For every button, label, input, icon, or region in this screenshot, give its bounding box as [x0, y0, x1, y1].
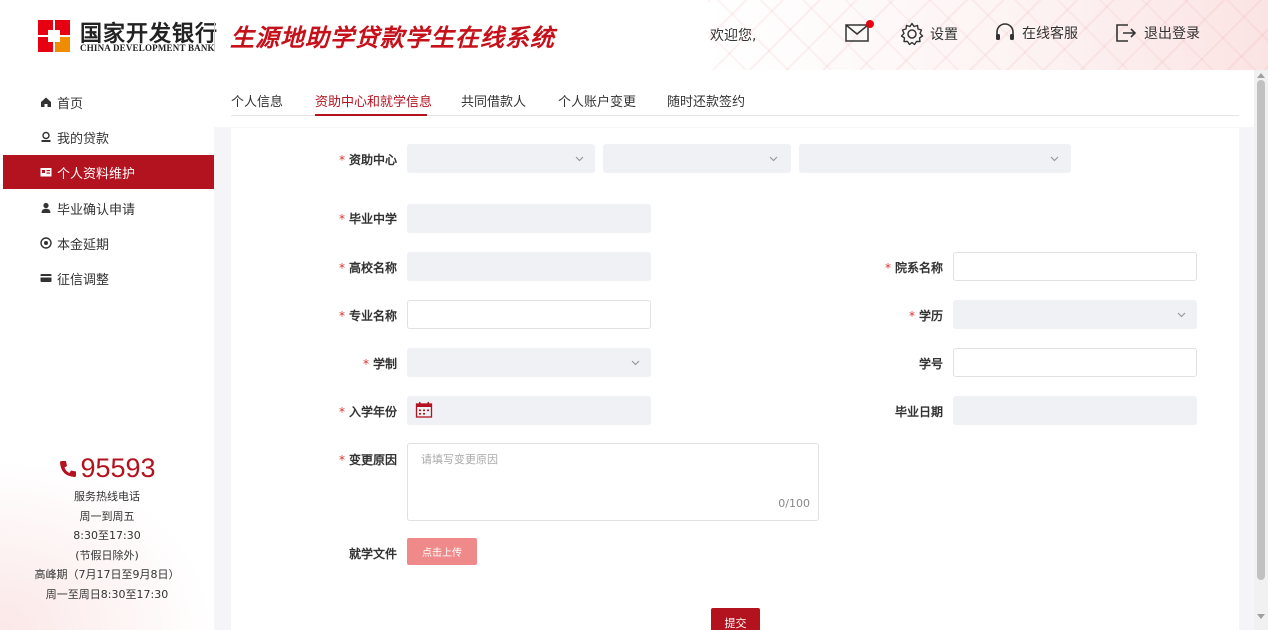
headset-icon	[996, 23, 1014, 40]
profile-card-icon	[40, 168, 52, 177]
major-name-label: * 专业名称	[338, 309, 397, 323]
loan-icon	[41, 131, 51, 142]
hotline-number: 95593	[0, 453, 214, 484]
sidebar-item-profile-maintenance[interactable]: 个人资料维护	[3, 155, 214, 189]
sidebar-item-label: 首页	[57, 96, 84, 112]
scroll-up-arrow-icon[interactable]	[1257, 73, 1265, 78]
logout-button[interactable]: 退出登录	[1114, 22, 1200, 44]
sidebar-item-label: 征信调整	[57, 272, 110, 288]
funding-center-county-select[interactable]	[799, 144, 1071, 173]
program-length-label: * 学制	[362, 357, 397, 371]
tab-repayment-signing[interactable]: 随时还款签约	[667, 91, 745, 110]
high-school-label: * 毕业中学	[338, 212, 397, 226]
user-icon	[41, 202, 51, 213]
department-name-input[interactable]	[953, 252, 1197, 281]
hotline-holiday-note: (节假日除外)	[75, 548, 139, 562]
enrollment-year-label: * 入学年份	[338, 405, 397, 419]
bank-name-en: CHINA DEVELOPMENT BANK	[80, 43, 215, 53]
logout-icon	[1116, 24, 1137, 42]
study-document-label: 就学文件	[348, 547, 397, 561]
sidebar-item-my-loans[interactable]: 我的贷款	[3, 120, 214, 154]
hotline-hours-weekday: 周一到周五	[79, 509, 135, 523]
calendar-icon	[415, 402, 433, 418]
chevron-down-icon	[631, 360, 640, 366]
student-id-label: 学号	[918, 357, 943, 371]
scroll-down-arrow-icon[interactable]	[1257, 614, 1265, 619]
program-length-select[interactable]	[407, 348, 651, 377]
funding-center-province-select[interactable]	[407, 144, 595, 173]
hotline-peak-period: 高峰期（7月17日至9月8日）	[34, 568, 180, 581]
upload-button[interactable]: 点击上传	[407, 538, 477, 565]
funding-center-label: * 资助中心	[338, 153, 397, 167]
hotline-peak-hours: 周一至周日8:30至17:30	[45, 587, 169, 601]
header: 国家开发银行 CHINA DEVELOPMENT BANK 生源地助学贷款学生在…	[0, 0, 1268, 70]
header-divider	[214, 22, 215, 52]
settings-label: 设置	[930, 27, 958, 43]
chevron-down-icon	[1177, 312, 1186, 318]
enrollment-year-picker[interactable]	[407, 396, 651, 425]
tab-bar: 个人信息 资助中心和就学信息 共同借款人 个人账户变更 随时还款签约	[231, 70, 1239, 116]
graduation-date-label: 毕业日期	[894, 405, 943, 419]
department-name-label: * 院系名称	[884, 261, 943, 275]
sidebar-item-graduation-confirm[interactable]: 毕业确认申请	[3, 191, 214, 225]
online-service-button[interactable]: 在线客服	[994, 22, 1078, 44]
logout-label: 退出登录	[1144, 26, 1200, 42]
hotline-block: 95593 服务热线电话 周一到周五 8:30至17:30 (节假日除外) 高峰…	[0, 453, 214, 604]
major-name-input[interactable]	[407, 300, 651, 329]
gear-icon	[900, 22, 924, 46]
tab-funding-study-info[interactable]: 资助中心和就学信息	[315, 91, 432, 110]
high-school-input[interactable]	[407, 204, 651, 233]
char-counter: 0/100	[778, 497, 810, 510]
sidebar-item-label: 我的贷款	[57, 131, 110, 147]
sidebar-item-credit-adjustment[interactable]: 征信调整	[3, 261, 214, 295]
phone-icon	[60, 460, 77, 477]
university-name-label: * 高校名称	[338, 261, 397, 275]
sidebar-item-home[interactable]: 首页	[3, 85, 214, 119]
welcome-text: 欢迎您,	[710, 28, 757, 44]
clock-icon	[40, 237, 52, 249]
message-badge	[866, 20, 874, 28]
sidebar-item-principal-deferral[interactable]: 本金延期	[3, 226, 214, 260]
submit-button[interactable]: 提交	[711, 608, 760, 630]
sidebar: 首页 我的贷款 个人资料维护 毕业确认申请 本金延期 征信调整 95593 服务…	[0, 70, 214, 630]
sidebar-item-label: 毕业确认申请	[57, 202, 136, 218]
hotline-label: 服务热线电话	[74, 490, 140, 503]
education-label: * 学历	[908, 309, 943, 323]
settings-button[interactable]: 设置	[900, 22, 958, 46]
change-reason-placeholder: 请填写变更原因	[421, 453, 498, 466]
page-scrollbar[interactable]	[1254, 70, 1268, 630]
bank-logo-icon	[38, 20, 70, 52]
tab-personal-info[interactable]: 个人信息	[231, 91, 283, 110]
change-reason-label: * 变更原因	[338, 453, 397, 467]
change-reason-textarea[interactable]: 请填写变更原因 0/100	[407, 443, 819, 521]
tab-co-borrower[interactable]: 共同借款人	[461, 91, 526, 110]
student-id-input[interactable]	[953, 348, 1197, 377]
graduation-date-input[interactable]	[953, 396, 1197, 425]
hotline-hours-time: 8:30至17:30	[73, 529, 141, 542]
chevron-down-icon	[575, 156, 584, 162]
active-tab-underline	[315, 114, 427, 116]
university-name-input[interactable]	[407, 252, 651, 281]
system-title: 生源地助学贷款学生在线系统	[230, 24, 555, 52]
funding-center-city-select[interactable]	[603, 144, 791, 173]
sidebar-item-label: 本金延期	[57, 237, 110, 253]
chevron-down-icon	[1050, 156, 1059, 162]
online-service-label: 在线客服	[1022, 26, 1078, 42]
education-select[interactable]	[953, 300, 1197, 329]
sidebar-item-label: 个人资料维护	[57, 166, 136, 182]
chevron-down-icon	[769, 156, 778, 162]
mail-icon	[845, 24, 869, 42]
home-icon	[41, 97, 51, 107]
credit-card-icon	[40, 274, 52, 282]
scroll-thumb[interactable]	[1257, 80, 1265, 580]
tab-account-change[interactable]: 个人账户变更	[558, 91, 636, 110]
